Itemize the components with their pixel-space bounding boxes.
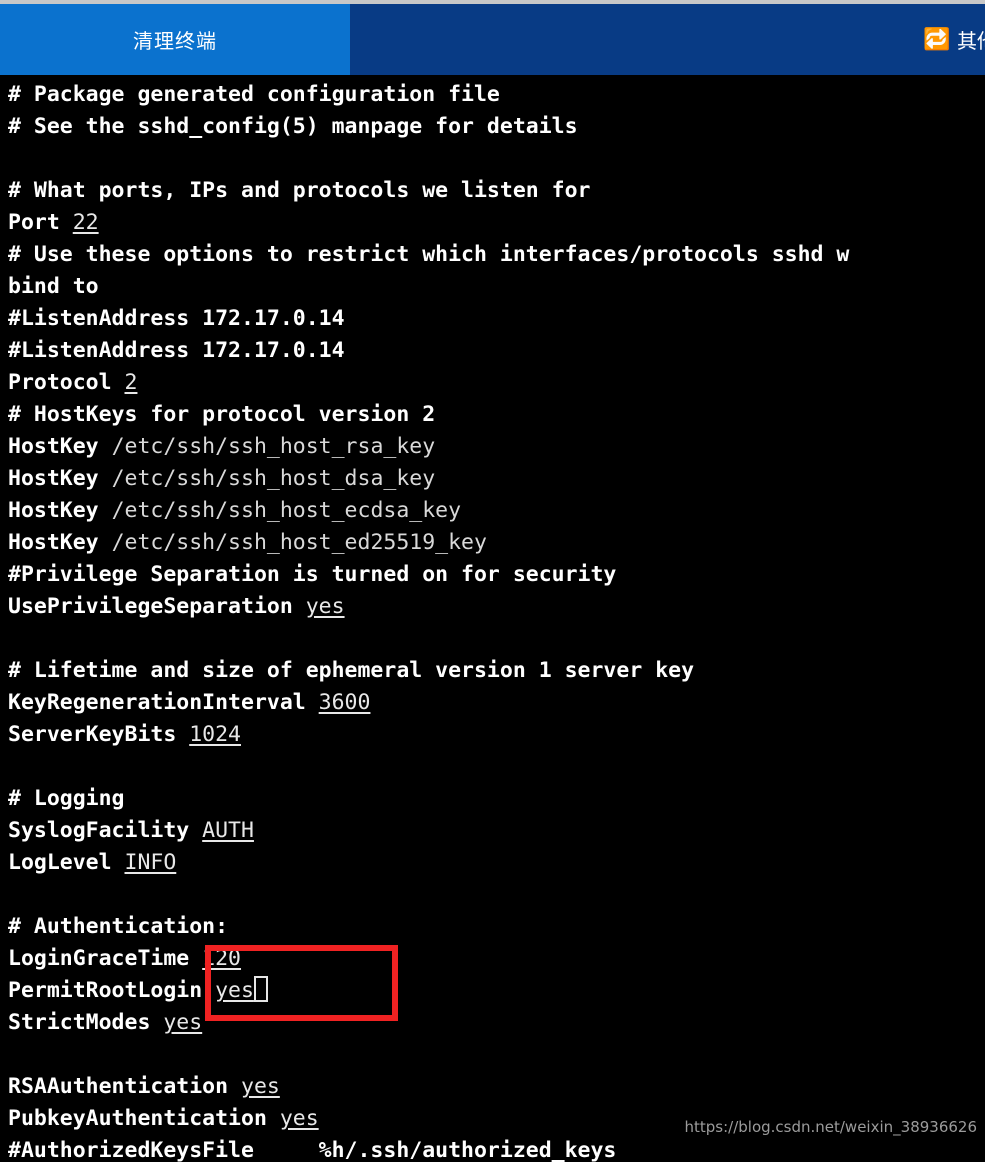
terminal-line: #AuthorizedKeysFile %h/.ssh/authorized_k… (8, 1135, 985, 1162)
terminal-header-bar: 清理终端 🔁 其他登录 (0, 4, 985, 75)
terminal-comment-text: # What ports, IPs and protocols we liste… (8, 178, 591, 203)
terminal-comment-text: # See the sshd_config(5) manpage for det… (8, 114, 578, 139)
config-key: HostKey (8, 434, 112, 459)
text-cursor (253, 976, 268, 1002)
config-value: /etc/ssh/ssh_host_dsa_key (111, 466, 436, 491)
config-key: SyslogFacility (8, 818, 203, 843)
config-value: 3600 (318, 690, 371, 715)
config-key: RSAAuthentication (8, 1074, 241, 1099)
tab-clear-terminal-label: 清理终端 (133, 29, 217, 53)
other-login-button[interactable]: 🔁 其他登录 (923, 25, 985, 54)
terminal-line: StrictModes yes (8, 1007, 985, 1039)
config-key: PubkeyAuthentication (8, 1106, 280, 1131)
terminal-line: # See the sshd_config(5) manpage for det… (8, 111, 985, 143)
config-key: KeyRegenerationInterval (8, 690, 319, 715)
terminal-line: RSAAuthentication yes (8, 1071, 985, 1103)
config-value: 22 (72, 210, 99, 235)
terminal-comment-text: # Logging (8, 786, 125, 811)
terminal-comment-text: # Use these options to restrict which in… (8, 242, 850, 267)
config-key: Protocol (8, 370, 125, 395)
terminal-line: # What ports, IPs and protocols we liste… (8, 175, 985, 207)
terminal-line: Protocol 2 (8, 367, 985, 399)
terminal-line: #ListenAddress 172.17.0.14 (8, 335, 985, 367)
terminal-comment-text: #Privilege Separation is turned on for s… (8, 562, 617, 587)
terminal-line: # Logging (8, 783, 985, 815)
terminal-line: UsePrivilegeSeparation yes (8, 591, 985, 623)
terminal-line: #Privilege Separation is turned on for s… (8, 559, 985, 591)
config-value: yes (215, 978, 254, 1003)
terminal-comment-text: #ListenAddress 172.17.0.14 (8, 306, 345, 331)
config-key: Port (8, 210, 73, 235)
terminal-line: # Use these options to restrict which in… (8, 239, 985, 271)
terminal-line: KeyRegenerationInterval 3600 (8, 687, 985, 719)
terminal-comment-text: #ListenAddress 172.17.0.14 (8, 338, 345, 363)
terminal-comment-text: # Package generated configuration file (8, 82, 500, 107)
header-right-actions: 🔁 其他登录 (350, 4, 985, 75)
terminal-line: # Authentication: (8, 911, 985, 943)
other-login-label: 其他登录 (957, 29, 985, 53)
terminal-line: PermitRootLogin yes (8, 975, 985, 1007)
config-value: 1024 (189, 722, 241, 747)
terminal-line: HostKey /etc/ssh/ssh_host_rsa_key (8, 431, 985, 463)
config-value: yes (279, 1106, 319, 1131)
config-key: StrictModes (8, 1010, 164, 1035)
terminal-line: Port 22 (8, 207, 985, 239)
terminal-comment-text: bind to (8, 274, 99, 299)
config-value: yes (241, 1074, 280, 1099)
config-value: 2 (124, 370, 138, 395)
config-key: HostKey (8, 498, 112, 523)
terminal-line: LoginGraceTime 120 (8, 943, 985, 975)
terminal-line: # HostKeys for protocol version 2 (8, 399, 985, 431)
terminal-line: #ListenAddress 172.17.0.14 (8, 303, 985, 335)
terminal-lines: # Package generated configuration file # … (8, 79, 985, 1162)
terminal-line: HostKey /etc/ssh/ssh_host_dsa_key (8, 463, 985, 495)
config-key: LoginGraceTime (8, 946, 203, 971)
config-key: HostKey (8, 466, 112, 491)
config-value: AUTH (202, 818, 254, 843)
config-key: UsePrivilegeSeparation (8, 594, 306, 619)
terminal-comment-text: # Authentication: (8, 914, 229, 939)
terminal-line: HostKey /etc/ssh/ssh_host_ecdsa_key (8, 495, 985, 527)
config-value: 120 (202, 946, 242, 971)
config-key: HostKey (8, 530, 112, 555)
terminal-line: # Lifetime and size of ephemeral version… (8, 655, 985, 687)
swap-arrows-icon: 🔁 (923, 27, 951, 51)
config-key: PermitRootLogin (8, 978, 216, 1003)
tab-clear-terminal[interactable]: 清理终端 (0, 4, 350, 75)
terminal-comment-text: # Lifetime and size of ephemeral version… (8, 658, 695, 683)
terminal-line: SyslogFacility AUTH (8, 815, 985, 847)
config-value: yes (163, 1010, 203, 1035)
config-value: INFO (124, 850, 177, 875)
config-value: yes (305, 594, 345, 619)
terminal-comment-text: # HostKeys for protocol version 2 (8, 402, 436, 427)
terminal-line: # Package generated configuration file (8, 79, 985, 111)
terminal-line: ServerKeyBits 1024 (8, 719, 985, 751)
terminal-line: LogLevel INFO (8, 847, 985, 879)
terminal-line: HostKey /etc/ssh/ssh_host_ed25519_key (8, 527, 985, 559)
terminal-line: bind to (8, 271, 985, 303)
config-key: LogLevel (8, 850, 125, 875)
config-value: /etc/ssh/ssh_host_ecdsa_key (111, 498, 462, 523)
config-value: /etc/ssh/ssh_host_ed25519_key (111, 530, 487, 555)
config-value: /etc/ssh/ssh_host_rsa_key (111, 434, 436, 459)
terminal-output-area[interactable]: # Package generated configuration file # … (0, 75, 985, 1162)
terminal-comment-text: #AuthorizedKeysFile %h/.ssh/authorized_k… (8, 1138, 617, 1162)
config-key: ServerKeyBits (8, 722, 190, 747)
watermark-url: https://blog.csdn.net/weixin_38936626 (684, 1118, 977, 1136)
